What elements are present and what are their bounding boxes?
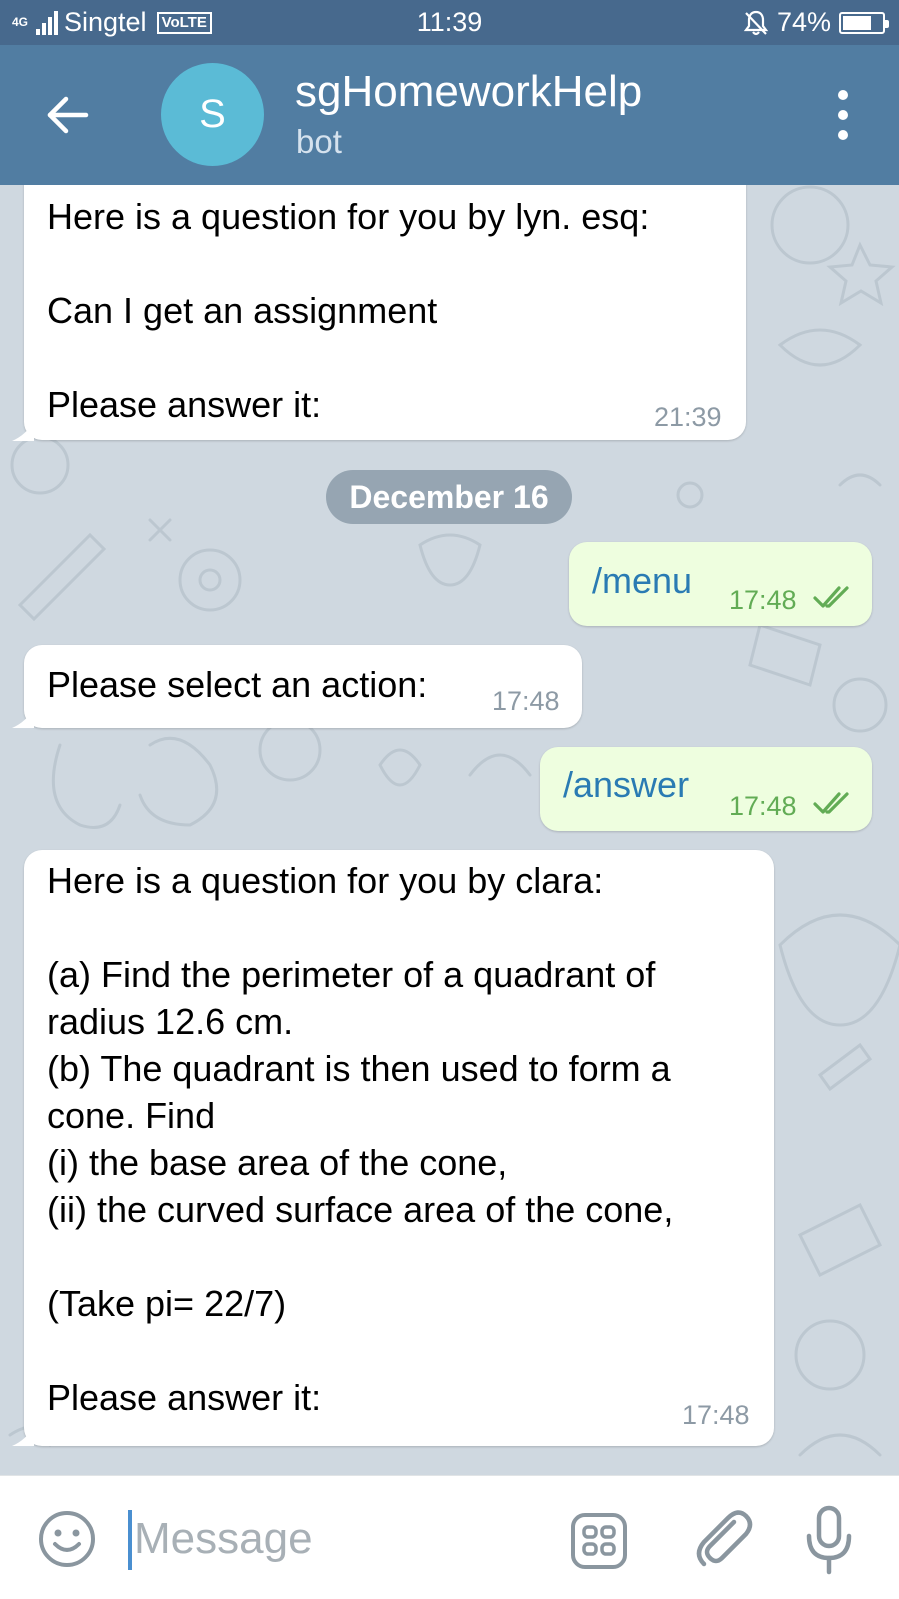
back-button[interactable] (38, 85, 98, 145)
command-link[interactable]: /menu (592, 557, 692, 604)
status-right: 74% (743, 7, 889, 38)
double-check-icon (813, 586, 849, 608)
message-bubble-outgoing[interactable]: /answer 17:48 (540, 747, 872, 831)
carrier-name: Singtel (64, 7, 147, 37)
status-bar: 4G Singtel VoLTE 11:39 74% (0, 0, 899, 45)
message-bubble-outgoing[interactable]: /menu 17:48 (569, 542, 872, 626)
message-text: Here is a question for you by clara: (a)… (47, 860, 674, 1418)
command-link[interactable]: /answer (563, 761, 689, 808)
more-vertical-icon (838, 90, 848, 100)
chat-header: S sgHomeworkHelp bot (0, 45, 899, 185)
microphone-icon[interactable] (805, 1504, 853, 1576)
message-time: 21:39 (654, 402, 722, 432)
battery-icon (839, 11, 889, 34)
status-left: 4G Singtel VoLTE (10, 7, 212, 38)
message-bubble-incoming[interactable]: Please select an action: 17:48 (24, 645, 582, 728)
bubble-tail (12, 708, 34, 728)
paperclip-icon[interactable] (690, 1506, 756, 1572)
message-time: 17:48 (729, 585, 797, 615)
bot-keyboard-icon[interactable] (570, 1512, 628, 1570)
message-bubble-incoming[interactable]: Here is a question for you by lyn. esq: … (24, 185, 746, 440)
chat-title[interactable]: sgHomeworkHelp (295, 67, 642, 117)
message-text: Here is a question for you by lyn. esq: … (47, 196, 650, 425)
arrow-left-icon (47, 96, 89, 134)
date-separator: December 16 (326, 470, 572, 524)
double-check-icon (813, 792, 849, 814)
message-time: 17:48 (492, 686, 560, 716)
battery-level (843, 15, 872, 30)
text-cursor (128, 1510, 132, 1570)
message-input[interactable] (134, 1504, 534, 1574)
message-time: 17:48 (729, 791, 797, 821)
bubble-tail (12, 421, 34, 441)
battery-percent: 74% (776, 7, 831, 37)
chat-subtitle: bot (296, 123, 342, 160)
message-input-bar (0, 1475, 899, 1599)
avatar[interactable]: S (161, 63, 264, 166)
more-menu-button[interactable] (831, 90, 855, 140)
smiley-icon[interactable] (38, 1510, 96, 1568)
network-type: 4G (11, 15, 28, 29)
bubble-tail (12, 1426, 34, 1446)
message-time: 17:48 (682, 1400, 750, 1430)
signal-icon (36, 10, 58, 35)
chat-area[interactable]: Here is a question for you by lyn. esq: … (0, 185, 899, 1475)
message-text: Please select an action: (47, 664, 428, 705)
bell-muted-icon (743, 10, 769, 35)
message-bubble-incoming[interactable]: Here is a question for you by clara: (a)… (24, 850, 774, 1446)
volte-badge: VoLTE (156, 11, 212, 34)
